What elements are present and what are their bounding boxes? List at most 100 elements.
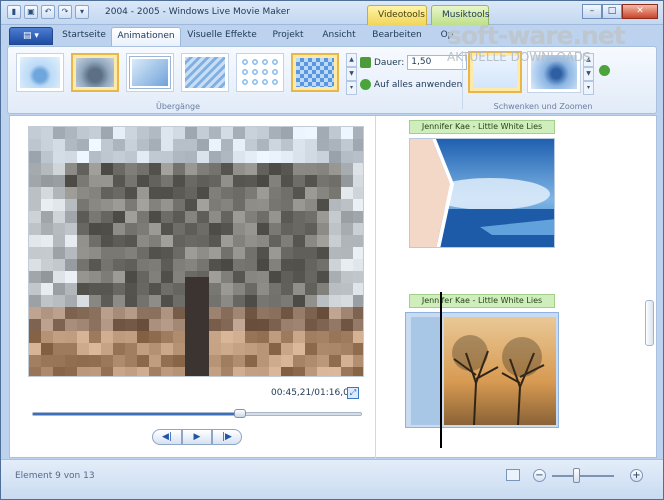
preview-pixel <box>137 163 149 175</box>
preview-pixel <box>65 355 77 367</box>
preview-pixel <box>113 331 125 343</box>
preview-pixel <box>293 223 305 235</box>
gallery-more-button[interactable]: ▾ <box>346 81 357 95</box>
preview-pixel <box>317 331 329 343</box>
thumbnail-size-icon[interactable] <box>506 469 520 481</box>
preview-pixel <box>269 151 281 163</box>
transition-none[interactable] <box>16 53 64 92</box>
preview-pixel <box>317 175 329 187</box>
play-button[interactable]: ▶ <box>182 429 212 445</box>
preview-pixel <box>209 319 221 331</box>
preview-pixel <box>113 175 125 187</box>
preview-pixel <box>293 271 305 283</box>
preview-pixel <box>317 163 329 175</box>
preview-pixel <box>137 331 149 343</box>
preview-pixel <box>41 343 53 355</box>
preview-pixel <box>137 367 149 376</box>
close-button[interactable]: ✕ <box>622 4 658 19</box>
preview-pixel <box>353 343 363 355</box>
tab-visuelle-effekte[interactable]: Visuelle Effekte <box>185 27 259 46</box>
preview-pixel <box>341 307 353 319</box>
minimize-button[interactable]: – <box>582 4 602 19</box>
preview-pixel <box>209 367 221 376</box>
video-preview[interactable] <box>28 126 364 377</box>
preview-pixel <box>101 223 113 235</box>
transition-crossfade[interactable] <box>71 53 119 92</box>
preview-pixel <box>149 163 161 175</box>
pane-divider[interactable] <box>375 116 376 459</box>
preview-pixel <box>77 163 89 175</box>
preview-pixel <box>173 259 185 271</box>
preview-pixel <box>161 307 173 319</box>
tab-bearbeiten[interactable]: Bearbeiten <box>367 27 427 46</box>
preview-pixel <box>41 163 53 175</box>
preview-pixel <box>293 259 305 271</box>
pan-gallery-more-button[interactable]: ▾ <box>583 81 594 95</box>
music-track-1[interactable]: Jennifer Kae - Little White Lies <box>409 120 555 134</box>
customize-toolbar-icon[interactable]: ▾ <box>75 5 89 19</box>
preview-pixel <box>281 247 293 259</box>
seek-bar[interactable] <box>32 409 362 418</box>
storyboard-clip-1[interactable] <box>409 138 555 248</box>
tab-animationen[interactable]: Animationen <box>111 27 181 46</box>
app-menu-button[interactable]: ▤ ▾ <box>9 27 53 45</box>
music-track-2[interactable]: Jennifer Kae - Little White Lies <box>409 294 555 308</box>
transition-slide[interactable] <box>126 53 174 92</box>
fullscreen-icon[interactable]: ⤢ <box>347 387 359 399</box>
preview-pixel <box>113 211 125 223</box>
preview-pixel <box>125 331 137 343</box>
context-tab-videotools[interactable]: Videotools <box>367 5 427 25</box>
preview-pixel <box>269 259 281 271</box>
scrollbar-thumb[interactable] <box>645 300 654 346</box>
tab-startseite[interactable]: Startseite <box>59 27 109 46</box>
preview-image <box>29 127 363 376</box>
preview-pixel <box>293 151 305 163</box>
gallery-down-button[interactable]: ▼ <box>346 67 357 81</box>
transition-pixelate[interactable] <box>291 53 339 92</box>
preview-pixel <box>41 295 53 307</box>
status-text: Element 9 von 13 <box>15 471 95 481</box>
preview-pixel <box>65 319 77 331</box>
preview-pixel <box>29 331 41 343</box>
redo-icon[interactable]: ↷ <box>58 5 72 19</box>
preview-pixel <box>281 127 293 139</box>
preview-pixel <box>101 247 113 259</box>
preview-pixel <box>233 283 245 295</box>
zoom-slider-handle[interactable] <box>572 468 580 483</box>
gallery-up-button[interactable]: ▲ <box>346 53 357 67</box>
tab-ansicht[interactable]: Ansicht <box>316 27 362 46</box>
preview-pixel <box>245 331 257 343</box>
preview-pixel <box>173 127 185 139</box>
transition-shatter[interactable] <box>236 53 284 92</box>
preview-pixel <box>341 235 353 247</box>
next-frame-button[interactable]: |▶ <box>212 429 242 445</box>
playhead-cursor[interactable] <box>440 292 442 448</box>
save-icon[interactable]: ▣ <box>24 5 38 19</box>
preview-pixel <box>137 259 149 271</box>
preview-pixel <box>161 235 173 247</box>
preview-pixel <box>29 223 41 235</box>
previous-frame-button[interactable]: ◀| <box>152 429 182 445</box>
preview-pixel <box>329 223 341 235</box>
apply-all-button[interactable]: Auf alles anwenden <box>360 79 462 90</box>
preview-pixel <box>41 187 53 199</box>
storyboard-scrollbar[interactable] <box>643 116 657 459</box>
tab-projekt[interactable]: Projekt <box>263 27 313 46</box>
preview-pixel <box>245 259 257 271</box>
preview-pixel <box>269 211 281 223</box>
zoom-out-button[interactable]: − <box>533 469 546 482</box>
maximize-button[interactable]: □ <box>602 4 622 19</box>
preview-pixel <box>173 343 185 355</box>
zoom-in-button[interactable]: + <box>630 469 643 482</box>
undo-icon[interactable]: ↶ <box>41 5 55 19</box>
preview-pixel <box>77 343 89 355</box>
zoom-slider[interactable] <box>552 475 614 477</box>
apply-icon <box>360 79 371 90</box>
preview-pixel <box>125 163 137 175</box>
preview-pixel <box>125 259 137 271</box>
seek-handle[interactable] <box>233 409 246 418</box>
preview-pixel <box>209 139 221 151</box>
storyboard-clip-2[interactable] <box>405 312 559 428</box>
transition-diagonal[interactable] <box>181 53 229 92</box>
preview-pixel <box>341 319 353 331</box>
